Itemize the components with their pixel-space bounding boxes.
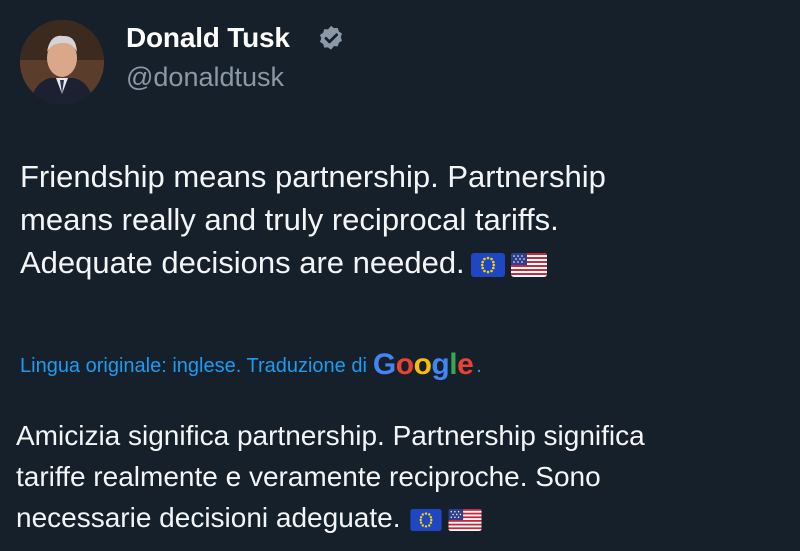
avatar[interactable] bbox=[20, 20, 104, 104]
eu-flag-icon bbox=[470, 252, 505, 277]
google-letter: l bbox=[449, 348, 458, 381]
translated-text: Amicizia significa partnership. Partners… bbox=[16, 415, 776, 538]
google-letter: o bbox=[413, 348, 432, 381]
us-flag-icon bbox=[510, 252, 547, 277]
google-letter: e bbox=[457, 348, 474, 381]
tweet-header: Donald Tusk @donaldtusk bbox=[20, 20, 780, 106]
google-logo: Google bbox=[372, 348, 474, 382]
translated-line-text: necessarie decisioni adeguate. bbox=[16, 502, 401, 533]
tweet-line: means really and truly reciprocal tariff… bbox=[20, 202, 559, 237]
translation-notice-text[interactable]: Lingua originale: inglese. Traduzione di bbox=[20, 355, 367, 378]
us-flag-icon bbox=[448, 508, 482, 531]
translation-notice[interactable]: Lingua originale: inglese. Traduzione di… bbox=[20, 346, 482, 382]
tweet-line-last: Adequate decisions are needed. bbox=[20, 241, 760, 284]
tweet-line-text: Adequate decisions are needed. bbox=[20, 245, 465, 280]
translated-line: Amicizia significa partnership. Partners… bbox=[16, 420, 645, 451]
display-name[interactable]: Donald Tusk bbox=[126, 22, 290, 54]
eu-flag-icon bbox=[410, 508, 443, 531]
translated-line: tariffe realmente e veramente reciproche… bbox=[16, 461, 601, 492]
google-letter: G bbox=[372, 348, 396, 381]
translation-suffix: . bbox=[476, 355, 482, 377]
tweet-line: Friendship means partnership. Partnershi… bbox=[20, 159, 606, 194]
google-letter: o bbox=[395, 348, 414, 381]
tweet-text: Friendship means partnership. Partnershi… bbox=[20, 155, 760, 284]
translated-line-last: necessarie decisioni adeguate. bbox=[16, 497, 776, 538]
user-handle[interactable]: @donaldtusk bbox=[126, 62, 284, 93]
google-letter: g bbox=[431, 348, 450, 381]
verified-badge-icon bbox=[316, 24, 346, 54]
